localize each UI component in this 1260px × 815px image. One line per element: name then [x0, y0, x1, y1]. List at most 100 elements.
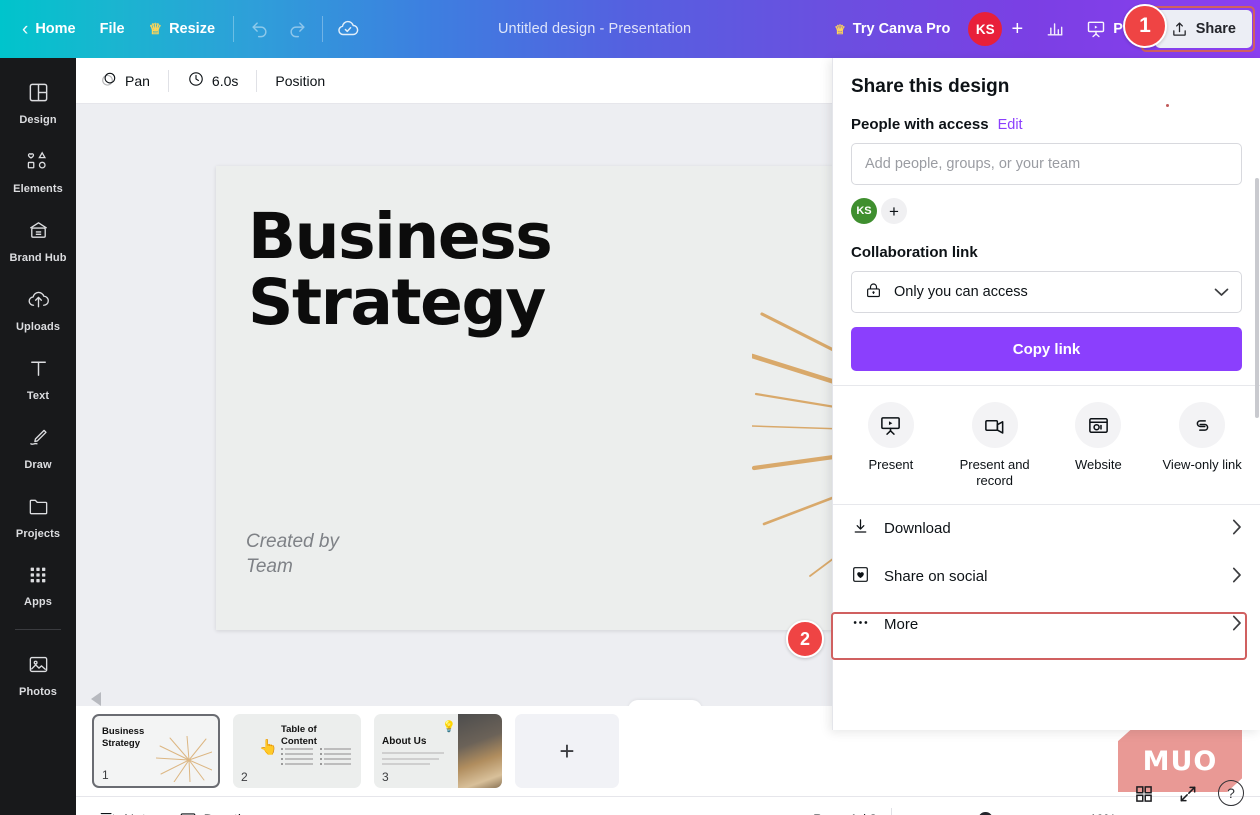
- thumbnail-sunburst-icon: [156, 736, 212, 782]
- divider: [322, 16, 324, 42]
- present-record-icon: [971, 402, 1018, 448]
- panel-scrollbar[interactable]: [1255, 178, 1259, 418]
- thumb1-line2: Strategy: [102, 737, 141, 749]
- document-title: Untitled design - Presentation: [497, 21, 692, 37]
- sidebar-item-brand-hub[interactable]: Brand Hub: [6, 210, 70, 271]
- redo-button[interactable]: [278, 10, 316, 48]
- add-page-button[interactable]: +: [515, 714, 619, 788]
- sidebar-item-text[interactable]: Text: [6, 348, 70, 409]
- thumb1-line1: Business: [102, 726, 145, 737]
- bottom-bar-right: Page 1 / 3 46%: [813, 808, 1246, 815]
- notes-button[interactable]: Notes: [90, 803, 170, 815]
- home-button[interactable]: ‹ Home: [10, 10, 88, 48]
- divider: [167, 69, 169, 92]
- scroll-left-arrow[interactable]: [88, 690, 106, 706]
- sidebar-item-apps[interactable]: Apps: [6, 555, 70, 615]
- pan-button[interactable]: Pan: [90, 65, 160, 97]
- uploads-icon: [27, 288, 50, 316]
- share-panel: Share this design People with access Edi…: [832, 58, 1260, 730]
- thumbnail-page-3[interactable]: 💡 About Us 3: [374, 714, 502, 788]
- share-option-more[interactable]: More: [833, 601, 1260, 649]
- elements-icon: [26, 150, 50, 178]
- quick-action-website[interactable]: Website: [1047, 402, 1151, 490]
- cloud-saved-icon[interactable]: [329, 10, 367, 48]
- people-with-access-label: People with access: [851, 116, 989, 133]
- thumbnail-text-lines: [382, 752, 444, 769]
- sidebar-item-label: Brand Hub: [9, 252, 67, 264]
- file-menu-button[interactable]: File: [88, 10, 137, 48]
- collaboration-link-label: Collaboration link: [851, 244, 978, 261]
- add-collaborator-button[interactable]: +: [1004, 16, 1030, 42]
- help-button[interactable]: ?: [1218, 780, 1244, 806]
- try-pro-label: Try Canva Pro: [852, 21, 951, 37]
- duration-button[interactable]: Duration: [170, 803, 266, 815]
- share-label: Share: [1195, 21, 1236, 37]
- share-option-label: Share on social: [884, 568, 988, 585]
- fullscreen-button[interactable]: [1178, 784, 1198, 809]
- chevron-right-icon: [1232, 615, 1242, 635]
- sidebar-item-label: Apps: [24, 596, 52, 608]
- top-bar: ‹ Home File ♕ Resize Untitled design - P…: [0, 0, 1260, 58]
- insights-button[interactable]: [1036, 10, 1074, 48]
- quick-action-present[interactable]: Present: [839, 402, 943, 490]
- edit-access-link[interactable]: Edit: [998, 117, 1023, 133]
- sidebar-item-uploads[interactable]: Uploads: [6, 279, 70, 340]
- website-icon: [1075, 402, 1122, 448]
- share-option-share-on-social[interactable]: Share on social: [833, 553, 1260, 601]
- file-label: File: [99, 21, 125, 37]
- thumbnail-page-1[interactable]: Business Strategy 1: [92, 714, 220, 788]
- quick-action-label: Present and record: [959, 457, 1030, 489]
- try-canva-pro-button[interactable]: ♕ Try Canva Pro: [822, 10, 962, 48]
- sidebar-item-label: Text: [26, 390, 50, 402]
- sidebar-item-draw[interactable]: Draw: [6, 417, 70, 478]
- access-level-value: Only you can access: [894, 284, 1028, 300]
- share-panel-heading: Share this design: [851, 76, 1010, 97]
- pan-icon: [100, 70, 118, 91]
- notification-dot: [1166, 104, 1169, 107]
- home-label: Home: [35, 21, 76, 37]
- quick-action-view-only-link[interactable]: View-only link: [1150, 402, 1254, 490]
- apps-icon: [27, 564, 49, 591]
- sidebar-item-photos[interactable]: Photos: [6, 644, 70, 705]
- sidebar-item-design[interactable]: Design: [6, 72, 70, 133]
- page-indicator: Page 1 / 3: [813, 811, 877, 815]
- people-avatars-row: KS +: [851, 198, 1242, 224]
- share-social-icon: [851, 565, 870, 588]
- zoom-slider-handle[interactable]: [978, 811, 993, 815]
- quick-action-label: Present: [868, 457, 914, 472]
- sidebar-item-projects[interactable]: Projects: [6, 486, 70, 547]
- thumbnail-bullet-columns: [281, 748, 351, 768]
- avatar[interactable]: KS: [968, 12, 1003, 46]
- hand-pointer-icon: 👆: [259, 739, 278, 756]
- notes-label: Notes: [124, 811, 161, 815]
- divider: [256, 69, 258, 92]
- share-option-download[interactable]: Download: [833, 505, 1260, 553]
- quick-actions-row: Present Present and record Website View-…: [833, 386, 1260, 504]
- slide-credit-line-1: Created by: [246, 530, 339, 552]
- share-option-label: Download: [884, 520, 951, 537]
- undo-button[interactable]: [240, 10, 278, 48]
- notes-icon: [99, 809, 117, 815]
- thumbnail-page-2[interactable]: 👆 Table of Content 2: [233, 714, 361, 788]
- member-avatar[interactable]: KS: [851, 198, 877, 224]
- access-level-select[interactable]: Only you can access: [851, 271, 1242, 313]
- collaborators: KS +: [962, 12, 1036, 46]
- grid-view-button[interactable]: [1134, 784, 1154, 809]
- annotation-badge-1: 1: [1123, 4, 1167, 48]
- draw-icon: [27, 426, 50, 454]
- copy-link-button[interactable]: Copy link: [851, 327, 1242, 371]
- thumbnail-title: Business Strategy: [102, 726, 144, 750]
- add-member-button[interactable]: +: [881, 198, 907, 224]
- sidebar-item-elements[interactable]: Elements: [6, 141, 70, 202]
- quick-action-present-and-record[interactable]: Present and record: [943, 402, 1047, 490]
- add-people-input[interactable]: [851, 143, 1242, 185]
- slide-credit[interactable]: Created by Team: [246, 529, 339, 580]
- zoom-slider[interactable]: [906, 810, 1074, 815]
- slide-duration-button[interactable]: 6.0s: [177, 65, 248, 97]
- slide-title[interactable]: Business Strategy: [248, 204, 553, 335]
- resize-button[interactable]: ♕ Resize: [137, 10, 227, 48]
- duration-label: Duration: [204, 811, 257, 815]
- design-icon: [27, 81, 50, 109]
- position-button[interactable]: Position: [265, 65, 335, 97]
- share-button[interactable]: Share: [1154, 10, 1252, 48]
